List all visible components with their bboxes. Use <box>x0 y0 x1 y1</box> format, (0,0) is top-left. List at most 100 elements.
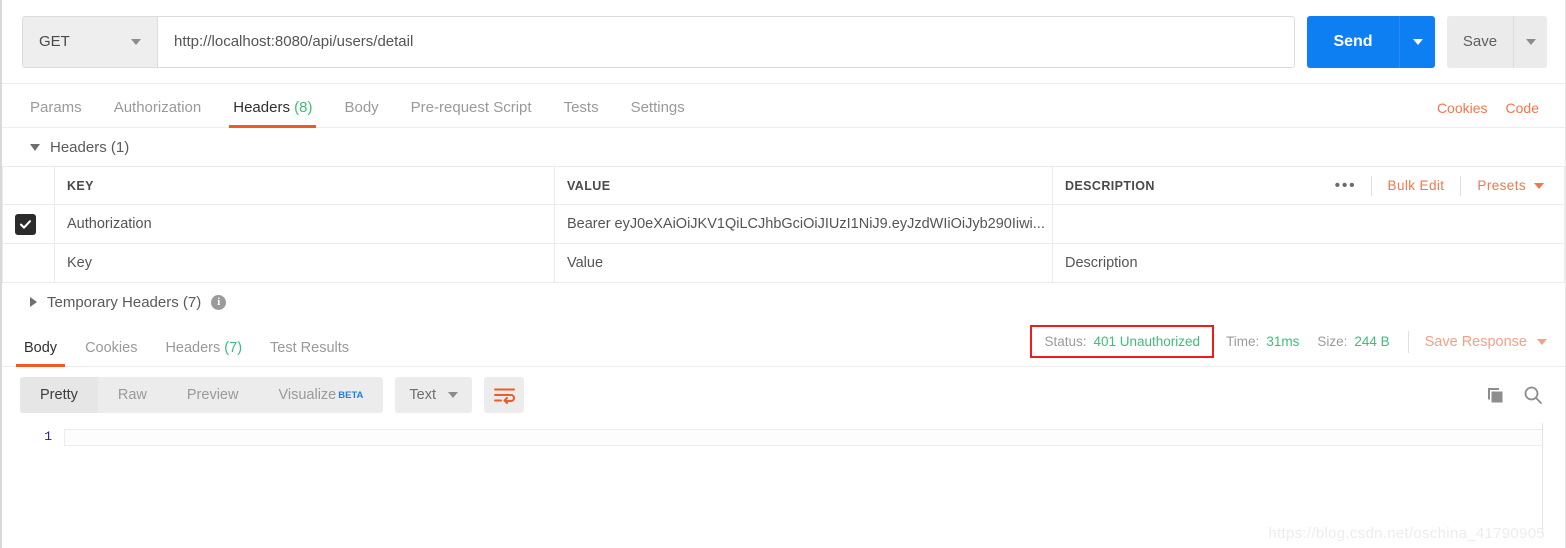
status-label: Status: <box>1044 334 1087 349</box>
tab-label: Cookies <box>85 340 138 356</box>
description-label: DESCRIPTION <box>1065 178 1155 193</box>
status-badge: Status: 401 Unauthorized <box>1030 325 1215 358</box>
size-value: 244 B <box>1354 334 1390 349</box>
header-description-cell[interactable] <box>1052 204 1565 244</box>
view-mode-label: Pretty <box>40 387 78 403</box>
line-number: 1 <box>44 429 52 444</box>
response-body-editor[interactable]: 1 <box>2 423 1565 533</box>
status-value: 401 Unauthorized <box>1093 334 1201 349</box>
response-tab-cookies[interactable]: Cookies <box>71 340 151 366</box>
view-mode-label: Preview <box>186 387 239 403</box>
postman-window: GET http://localhost:8080/api/users/deta… <box>0 0 1566 548</box>
send-options-button[interactable] <box>1399 15 1435 68</box>
header-cell-value: VALUE <box>554 166 1053 205</box>
view-mode-visualize[interactable]: Visualize BETA <box>258 377 383 413</box>
send-button[interactable]: Send <box>1307 15 1399 68</box>
tab-label: Tests <box>563 99 599 116</box>
tab-headers[interactable]: Headers (8) <box>217 99 328 128</box>
tab-label: Settings <box>630 99 685 116</box>
chevron-right-icon <box>30 297 37 307</box>
table-row: Key Value Description <box>2 243 1565 283</box>
response-tab-test-results[interactable]: Test Results <box>256 340 363 366</box>
save-button-group: Save <box>1447 15 1547 68</box>
cookies-link[interactable]: Cookies <box>1437 100 1488 116</box>
response-tab-headers[interactable]: Headers (7) <box>151 340 256 366</box>
view-mode-raw[interactable]: Raw <box>98 377 167 413</box>
view-mode-group: Pretty Raw Preview Visualize BETA <box>20 377 384 413</box>
response-meta: Status: 401 Unauthorized Time: 31ms Size… <box>1030 325 1553 366</box>
tab-label: Params <box>30 99 82 116</box>
header-key-cell[interactable]: Authorization <box>54 204 555 244</box>
tab-label: Body <box>24 340 58 356</box>
view-mode-preview[interactable]: Preview <box>167 377 259 413</box>
info-icon[interactable]: i <box>211 294 227 310</box>
save-button[interactable]: Save <box>1447 15 1513 68</box>
copy-icon[interactable] <box>1486 386 1505 405</box>
chevron-down-icon <box>1537 338 1547 345</box>
beta-badge: BETA <box>338 389 364 401</box>
chevron-down-icon <box>1534 182 1544 189</box>
bulk-edit-button[interactable]: Bulk Edit <box>1372 178 1461 193</box>
http-method-select[interactable]: GET <box>23 16 158 67</box>
response-bar: Body Cookies Headers (7) Test Results St… <box>2 321 1565 367</box>
headers-table-header-row: KEY VALUE DESCRIPTION ••• Bulk Edit Pres… <box>2 166 1565 205</box>
code-link[interactable]: Code <box>1506 100 1539 116</box>
code-line-content[interactable] <box>64 429 1543 446</box>
tab-label: Headers <box>233 99 290 116</box>
row-checkbox-cell <box>2 204 55 244</box>
editor-right-rule <box>1542 423 1543 533</box>
save-options-button[interactable] <box>1513 15 1547 68</box>
time-meta: Time: 31ms <box>1226 334 1299 349</box>
row-checkbox-cell <box>2 243 55 283</box>
save-response-label: Save Response <box>1424 333 1527 350</box>
chevron-down-icon <box>448 392 458 398</box>
tab-label: Test Results <box>270 340 350 356</box>
new-header-key-input[interactable]: Key <box>54 243 555 283</box>
tab-tests[interactable]: Tests <box>548 99 615 127</box>
header-cell-checkbox <box>2 166 55 205</box>
tab-count: (7) <box>224 340 243 356</box>
view-mode-label: Visualize <box>278 387 337 403</box>
request-url-input[interactable]: http://localhost:8080/api/users/detail <box>158 16 1294 67</box>
header-cell-description: DESCRIPTION ••• Bulk Edit Presets <box>1052 166 1565 205</box>
header-value-cell[interactable]: Bearer eyJ0eXAiOiJKV1QiLCJhbGciOiJIUzI1N… <box>554 204 1053 244</box>
tab-count: (8) <box>294 99 313 116</box>
header-cell-key: KEY <box>54 166 555 205</box>
watermark: https://blog.csdn.net/oschina_41790905 <box>1268 525 1545 542</box>
headers-section-header[interactable]: Headers (1) <box>2 128 1565 166</box>
response-toolbar-actions <box>1486 385 1551 405</box>
tab-pre-request-script[interactable]: Pre-request Script <box>395 99 548 127</box>
save-response-button[interactable]: Save Response <box>1425 334 1553 350</box>
divider <box>1407 330 1409 353</box>
chevron-down-icon <box>1412 38 1423 45</box>
chevron-down-icon <box>30 143 40 151</box>
search-icon[interactable] <box>1523 385 1543 405</box>
request-tabs-actions: Cookies Code <box>1437 100 1547 127</box>
table-row: Authorization Bearer eyJ0eXAiOiJKV1QiLCJ… <box>2 204 1565 244</box>
tab-label: Body <box>344 99 379 116</box>
new-header-value-input[interactable]: Value <box>554 243 1053 283</box>
headers-table: KEY VALUE DESCRIPTION ••• Bulk Edit Pres… <box>2 166 1565 283</box>
presets-button[interactable]: Presets <box>1461 178 1552 193</box>
tab-body[interactable]: Body <box>328 99 394 127</box>
size-meta: Size: 244 B <box>1317 334 1389 349</box>
header-enabled-checkbox[interactable] <box>15 213 36 235</box>
size-label: Size: <box>1317 334 1348 349</box>
tab-settings[interactable]: Settings <box>615 99 701 127</box>
request-tabs: Params Authorization Headers (8) Body Pr… <box>2 84 1565 128</box>
temporary-headers-section[interactable]: Temporary Headers (7) i <box>2 283 1565 321</box>
temporary-headers-title: Temporary Headers (7) <box>47 293 202 311</box>
presets-label: Presets <box>1477 178 1526 193</box>
view-mode-pretty[interactable]: Pretty <box>20 377 98 413</box>
response-format-select[interactable]: Text <box>395 377 472 413</box>
time-label: Time: <box>1226 334 1260 349</box>
tab-params[interactable]: Params <box>22 99 98 127</box>
tab-authorization[interactable]: Authorization <box>98 99 218 127</box>
response-format-label: Text <box>409 387 436 403</box>
word-wrap-button[interactable] <box>484 377 524 413</box>
new-header-description-input[interactable]: Description <box>1052 243 1565 283</box>
http-method-label: GET <box>39 33 70 50</box>
chevron-down-icon <box>131 38 141 45</box>
response-tab-body[interactable]: Body <box>10 340 71 367</box>
more-options-icon[interactable]: ••• <box>1321 177 1371 194</box>
